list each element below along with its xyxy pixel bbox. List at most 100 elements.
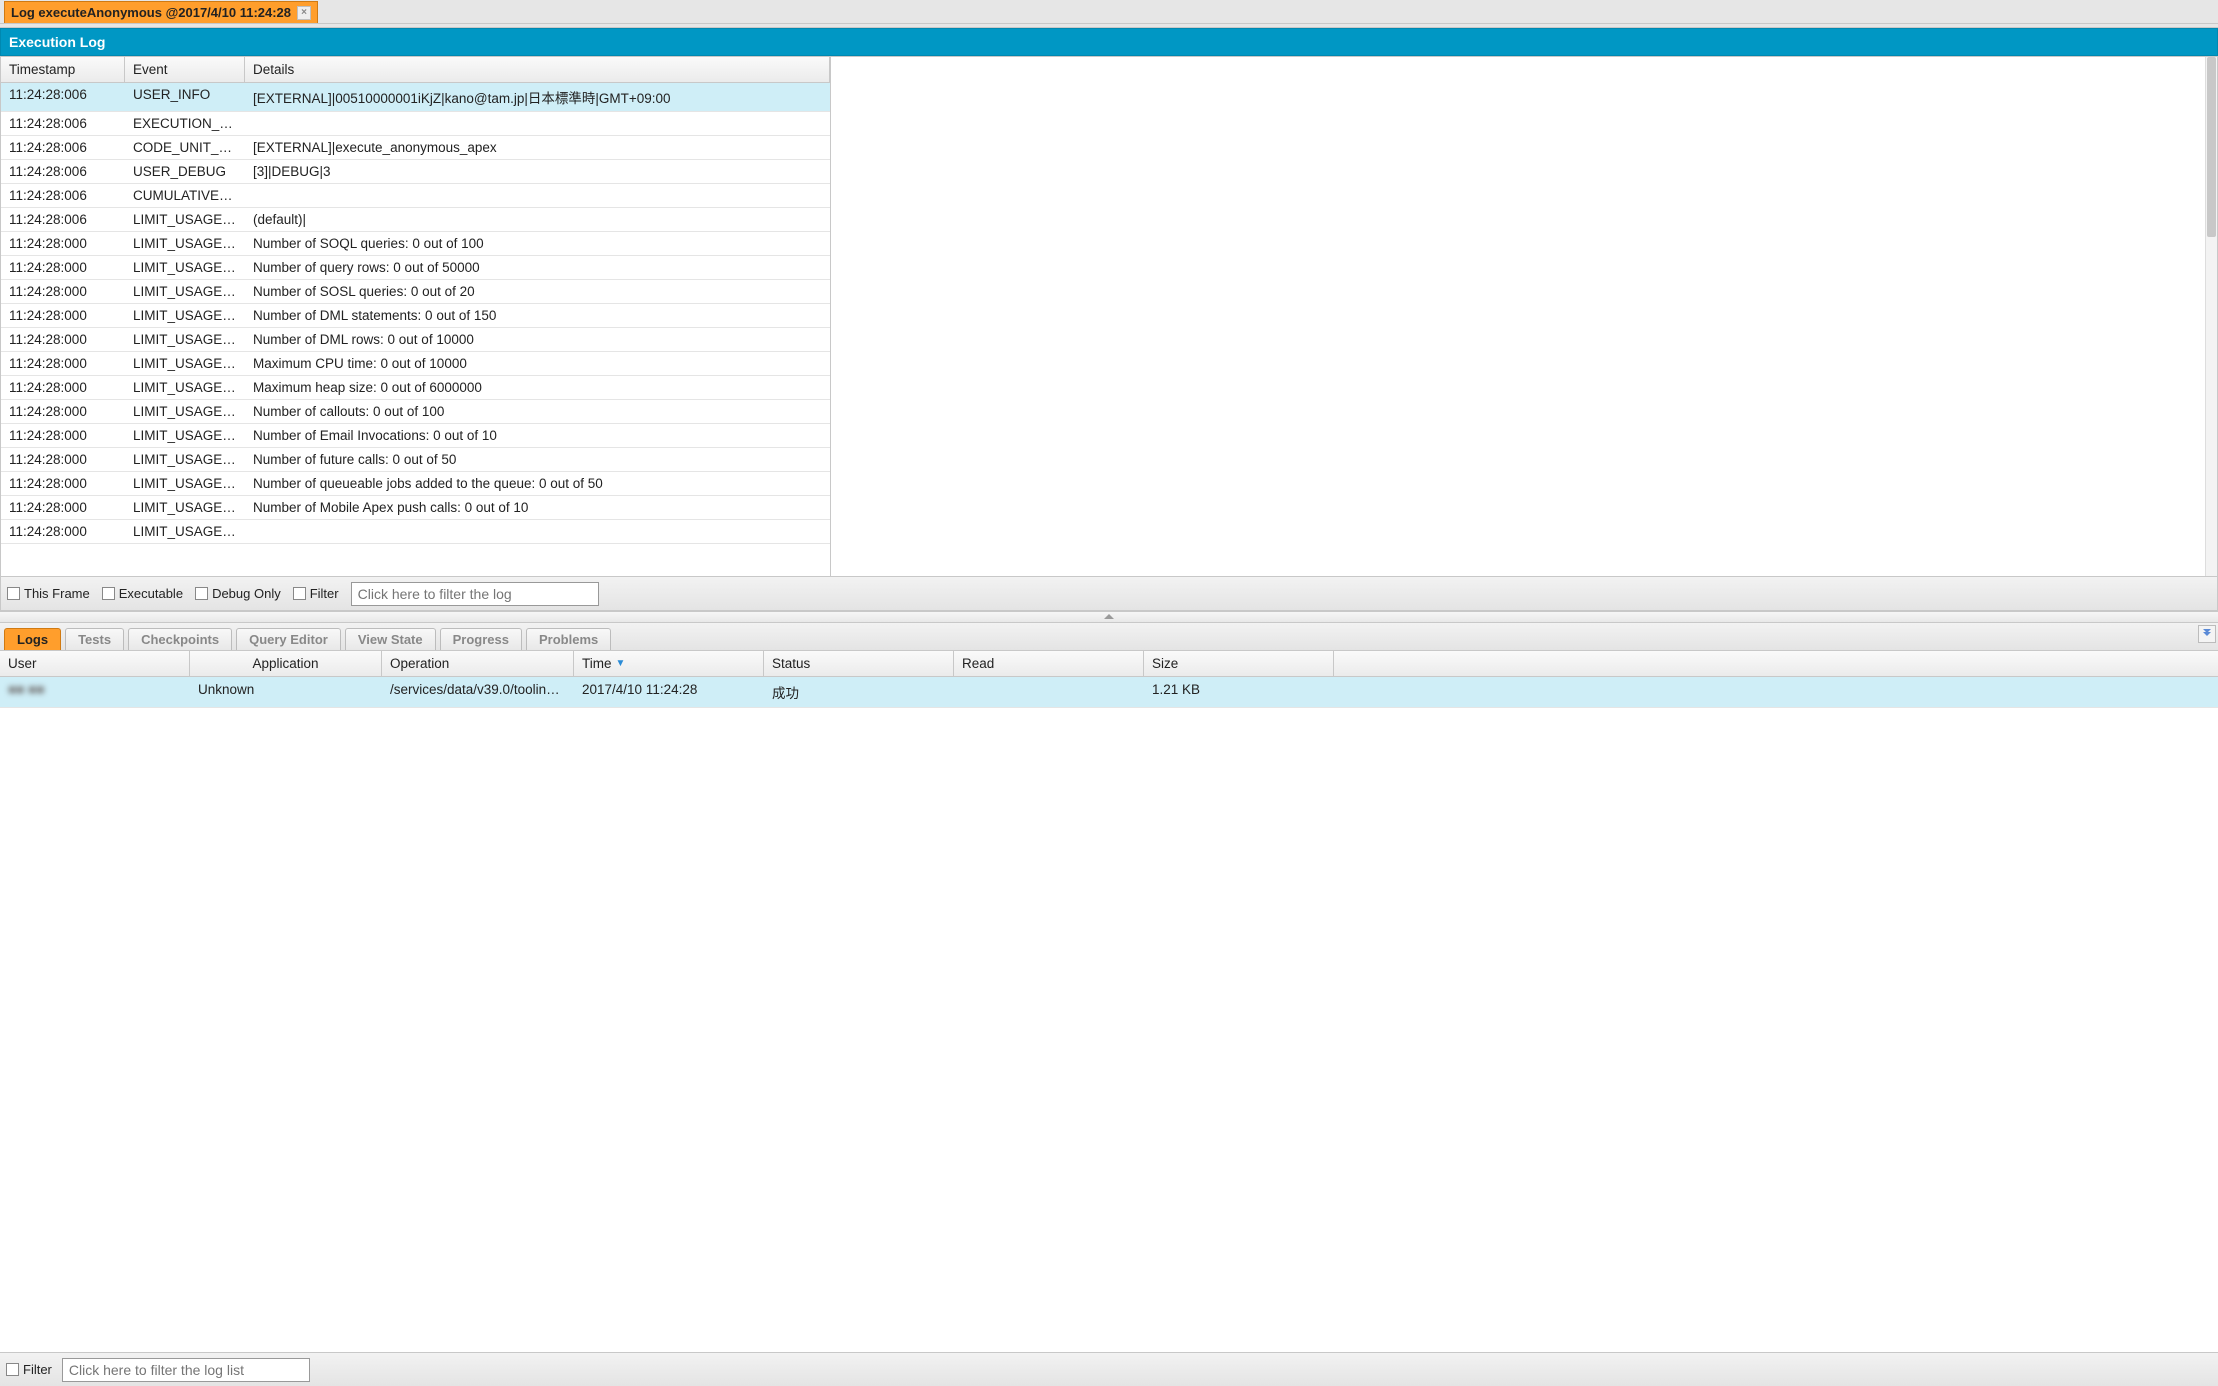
log-row[interactable]: 11:24:28:006USER_INFO[EXTERNAL]|00510000… [1,83,830,112]
checkbox-label: Filter [23,1362,52,1377]
bottom-tabbar: Logs Tests Checkpoints Query Editor View… [0,623,2218,651]
tab-logs[interactable]: Logs [4,628,61,650]
log-row[interactable]: 11:24:28:000LIMIT_USAGE_…Number of DML s… [1,304,830,328]
tab-query-editor[interactable]: Query Editor [236,628,341,650]
cell-event: LIMIT_USAGE_… [125,304,245,327]
checkbox-icon [195,587,208,600]
document-tab[interactable]: Log executeAnonymous @2017/4/10 11:24:28… [4,1,318,23]
cell-time: 2017/4/10 11:24:28 [574,677,764,707]
col-header-operation[interactable]: Operation [382,651,574,676]
log-row[interactable]: 11:24:28:000LIMIT_USAGE_…Maximum heap si… [1,376,830,400]
checkbox-this-frame[interactable]: This Frame [7,586,90,601]
execution-log-panel: Timestamp Event Details 11:24:28:006USER… [0,56,2218,611]
cell-details [245,112,830,135]
cell-timestamp: 11:24:28:006 [1,112,125,135]
col-header-read[interactable]: Read [954,651,1144,676]
logs-filter-input[interactable] [62,1358,310,1382]
cell-details: Number of query rows: 0 out of 50000 [245,256,830,279]
checkbox-label: Filter [310,586,339,601]
log-row[interactable]: 11:24:28:006USER_DEBUG[3]|DEBUG|3 [1,160,830,184]
col-header-user[interactable]: User [0,651,190,676]
top-tabbar: Log executeAnonymous @2017/4/10 11:24:28… [0,0,2218,24]
log-row[interactable]: 11:24:28:000LIMIT_USAGE_… [1,520,830,544]
cell-event: USER_DEBUG [125,160,245,183]
cell-details: Number of DML statements: 0 out of 150 [245,304,830,327]
horizontal-splitter[interactable] [0,611,2218,623]
log-row[interactable]: 11:24:28:006LIMIT_USAGE_…(default)| [1,208,830,232]
section-title: Execution Log [0,28,2218,56]
cell-details: Number of DML rows: 0 out of 10000 [245,328,830,351]
cell-details: Number of SOQL queries: 0 out of 100 [245,232,830,255]
cell-timestamp: 11:24:28:006 [1,83,125,111]
cell-timestamp: 11:24:28:000 [1,472,125,495]
log-row[interactable]: 11:24:28:000LIMIT_USAGE_…Number of queue… [1,472,830,496]
tab-progress[interactable]: Progress [440,628,522,650]
expand-panel-icon[interactable] [2198,625,2216,643]
log-filter-bar: This Frame Executable Debug Only Filter [1,576,2217,610]
cell-details: Maximum heap size: 0 out of 6000000 [245,376,830,399]
cell-pad [1334,677,2218,707]
cell-event: LIMIT_USAGE_… [125,328,245,351]
log-row[interactable]: 11:24:28:000LIMIT_USAGE_…Number of Email… [1,424,830,448]
cell-event: LIMIT_USAGE_… [125,232,245,255]
col-header-status[interactable]: Status [764,651,954,676]
tab-problems[interactable]: Problems [526,628,611,650]
checkbox-filter[interactable]: Filter [293,586,339,601]
execution-log-right-pane [831,57,2217,576]
cell-event: EXECUTION_S… [125,112,245,135]
scrollbar-thumb[interactable] [2207,57,2216,237]
tab-view-state[interactable]: View State [345,628,436,650]
cell-event: LIMIT_USAGE_… [125,352,245,375]
cell-status: 成功 [764,677,954,707]
log-row[interactable]: 11:24:28:000LIMIT_USAGE_…Number of futur… [1,448,830,472]
cell-read [954,677,1144,707]
cell-timestamp: 11:24:28:006 [1,208,125,231]
logs-row[interactable]: ■■ ■■Unknown/services/data/v39.0/tooling… [0,677,2218,708]
col-header-size[interactable]: Size [1144,651,1334,676]
close-icon[interactable]: × [297,6,311,20]
tab-tests[interactable]: Tests [65,628,124,650]
log-row[interactable]: 11:24:28:006CUMULATIVE_… [1,184,830,208]
log-filter-input[interactable] [351,582,599,606]
log-row[interactable]: 11:24:28:000LIMIT_USAGE_…Maximum CPU tim… [1,352,830,376]
checkbox-icon [293,587,306,600]
col-header-timestamp[interactable]: Timestamp [1,57,125,82]
checkbox-icon [7,587,20,600]
document-tab-label: Log executeAnonymous @2017/4/10 11:24:28 [11,5,291,20]
cell-timestamp: 11:24:28:000 [1,232,125,255]
log-row[interactable]: 11:24:28:000LIMIT_USAGE_…Number of query… [1,256,830,280]
col-header-application[interactable]: Application [190,651,382,676]
log-row[interactable]: 11:24:28:000LIMIT_USAGE_…Number of DML r… [1,328,830,352]
tab-checkpoints[interactable]: Checkpoints [128,628,232,650]
cell-timestamp: 11:24:28:000 [1,256,125,279]
col-header-time-label: Time [582,656,612,671]
col-header-event[interactable]: Event [125,57,245,82]
log-row[interactable]: 11:24:28:000LIMIT_USAGE_…Number of SOSL … [1,280,830,304]
cell-event: CUMULATIVE_… [125,184,245,207]
checkbox-debug-only[interactable]: Debug Only [195,586,281,601]
logs-header-row: User Application Operation Time ▼ Status… [0,651,2218,677]
col-header-pad [1334,651,2218,676]
cell-timestamp: 11:24:28:000 [1,304,125,327]
checkbox-executable[interactable]: Executable [102,586,183,601]
cell-event: LIMIT_USAGE_… [125,424,245,447]
cell-details: Number of future calls: 0 out of 50 [245,448,830,471]
log-row[interactable]: 11:24:28:000LIMIT_USAGE_…Number of SOQL … [1,232,830,256]
cell-details [245,520,830,543]
log-row[interactable]: 11:24:28:000LIMIT_USAGE_…Number of Mobil… [1,496,830,520]
cell-event: USER_INFO [125,83,245,111]
checkbox-filter-loglist[interactable]: Filter [6,1362,52,1377]
cell-details: Number of Mobile Apex push calls: 0 out … [245,496,830,519]
cell-timestamp: 11:24:28:000 [1,280,125,303]
log-row[interactable]: 11:24:28:006CODE_UNIT_S…[EXTERNAL]|execu… [1,136,830,160]
checkbox-label: Debug Only [212,586,281,601]
cell-details: Number of callouts: 0 out of 100 [245,400,830,423]
col-header-details[interactable]: Details [245,57,830,82]
log-row[interactable]: 11:24:28:006EXECUTION_S… [1,112,830,136]
cell-timestamp: 11:24:28:006 [1,136,125,159]
cell-timestamp: 11:24:28:000 [1,352,125,375]
col-header-time[interactable]: Time ▼ [574,651,764,676]
checkbox-icon [102,587,115,600]
vertical-scrollbar[interactable] [2205,57,2217,576]
log-row[interactable]: 11:24:28:000LIMIT_USAGE_…Number of callo… [1,400,830,424]
